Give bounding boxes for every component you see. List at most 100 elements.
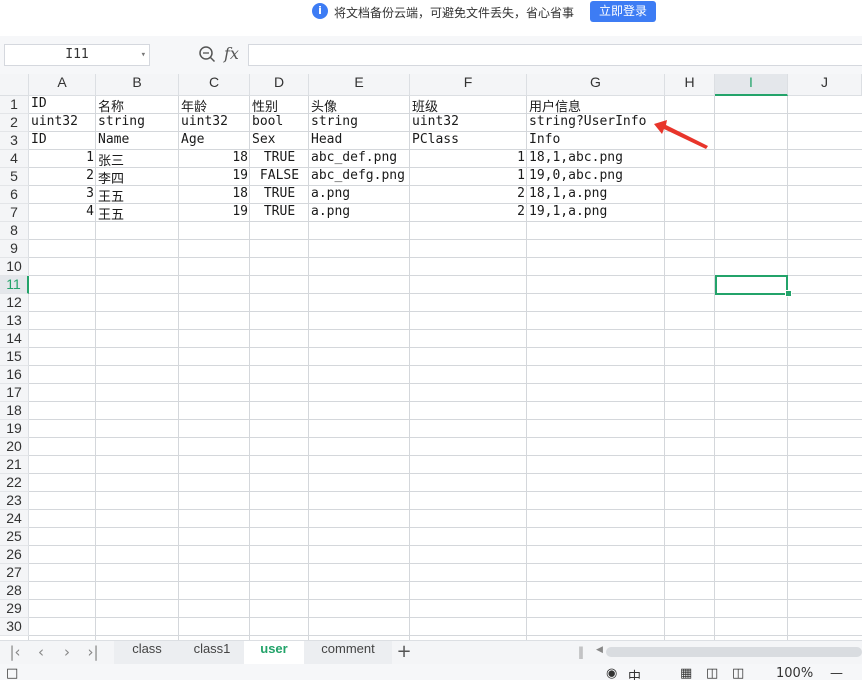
- column-header-c[interactable]: C: [179, 74, 250, 96]
- spreadsheet-grid[interactable]: A B C D E F G H I J 1 2 3 4 5 6 7 8 9 10 11 12 13 14 15 16 17 18 19 2…: [0, 74, 862, 640]
- formula-input[interactable]: [248, 44, 862, 66]
- macro-icon[interactable]: □: [6, 666, 18, 680]
- chevron-down-icon[interactable]: ▾: [141, 45, 146, 65]
- cell-g4[interactable]: 18,1,abc.png: [527, 150, 665, 168]
- page-layout-icon[interactable]: ◫: [706, 666, 718, 680]
- cell-b7[interactable]: 王五: [96, 204, 179, 223]
- scroll-grip-icon[interactable]: ‖: [578, 645, 584, 659]
- zoom-icon[interactable]: [198, 45, 216, 63]
- row-header-22[interactable]: 22: [0, 474, 29, 492]
- column-header-i[interactable]: I: [715, 74, 788, 96]
- cell-d3[interactable]: Sex: [250, 132, 309, 150]
- cell-c4[interactable]: 18: [179, 150, 250, 168]
- zoom-out-icon[interactable]: —: [830, 666, 843, 680]
- row-header-28[interactable]: 28: [0, 582, 29, 600]
- last-sheet-icon[interactable]: ›|: [84, 643, 102, 661]
- cell-a1[interactable]: ID: [29, 96, 96, 114]
- column-header-b[interactable]: B: [96, 74, 179, 96]
- cell-c2[interactable]: uint32: [179, 114, 250, 132]
- row-header-6[interactable]: 6: [0, 186, 29, 204]
- cell-a2[interactable]: uint32: [29, 114, 96, 132]
- cell-e4[interactable]: abc_def.png: [309, 150, 410, 168]
- column-header-g[interactable]: G: [527, 74, 665, 96]
- row-header-16[interactable]: 16: [0, 366, 29, 384]
- cell-b6[interactable]: 王五: [96, 186, 179, 205]
- cell-c7[interactable]: 19: [179, 204, 250, 222]
- row-header-10[interactable]: 10: [0, 258, 29, 276]
- tab-class[interactable]: class: [114, 641, 180, 664]
- cell-f6[interactable]: 2: [410, 186, 527, 204]
- cell-g1[interactable]: 用户信息: [527, 96, 665, 115]
- cell-f7[interactable]: 2: [410, 204, 527, 222]
- row-header-29[interactable]: 29: [0, 600, 29, 618]
- row-header-20[interactable]: 20: [0, 438, 29, 456]
- tab-comment[interactable]: comment: [304, 641, 392, 664]
- cell-a6[interactable]: 3: [29, 186, 96, 204]
- row-header-14[interactable]: 14: [0, 330, 29, 348]
- row-header-23[interactable]: 23: [0, 492, 29, 510]
- cell-e2[interactable]: string: [309, 114, 410, 132]
- cell-f1[interactable]: 班级: [410, 96, 527, 115]
- next-sheet-icon[interactable]: ›: [58, 643, 76, 661]
- cell-a5[interactable]: 2: [29, 168, 96, 186]
- row-header-27[interactable]: 27: [0, 564, 29, 582]
- cell-d5[interactable]: FALSE: [250, 168, 309, 186]
- cell-g3[interactable]: Info: [527, 132, 665, 150]
- cell-f3[interactable]: PClass: [410, 132, 527, 150]
- tab-class1[interactable]: class1: [180, 641, 244, 664]
- row-header-4[interactable]: 4: [0, 150, 29, 168]
- select-all-corner[interactable]: [0, 74, 29, 96]
- column-header-e[interactable]: E: [309, 74, 410, 96]
- function-icon[interactable]: fx: [224, 44, 239, 63]
- cell-b1[interactable]: 名称: [96, 96, 179, 115]
- fill-handle[interactable]: [785, 290, 792, 297]
- cell-g7[interactable]: 19,1,a.png: [527, 204, 665, 222]
- cell-d2[interactable]: bool: [250, 114, 309, 132]
- eye-icon[interactable]: ◉: [606, 666, 617, 680]
- column-header-d[interactable]: D: [250, 74, 309, 96]
- name-box[interactable]: I11 ▾: [4, 44, 150, 66]
- row-header-3[interactable]: 3: [0, 132, 29, 150]
- cell-a4[interactable]: 1: [29, 150, 96, 168]
- cell-e5[interactable]: abc_defg.png: [309, 168, 410, 186]
- row-header-18[interactable]: 18: [0, 402, 29, 420]
- add-sheet-button[interactable]: +: [394, 642, 414, 662]
- row-header-9[interactable]: 9: [0, 240, 29, 258]
- row-header-11[interactable]: 11: [0, 276, 29, 294]
- cell-b3[interactable]: Name: [96, 132, 179, 150]
- zoom-level[interactable]: 100%: [776, 666, 813, 680]
- cell-d7[interactable]: TRUE: [250, 204, 309, 222]
- scroll-left-icon[interactable]: ◀: [596, 645, 603, 655]
- cell-b2[interactable]: string: [96, 114, 179, 132]
- cell-e3[interactable]: Head: [309, 132, 410, 150]
- row-header-7[interactable]: 7: [0, 204, 29, 222]
- cell-c6[interactable]: 18: [179, 186, 250, 204]
- column-header-j[interactable]: J: [788, 74, 862, 96]
- cell-g6[interactable]: 18,1,a.png: [527, 186, 665, 204]
- row-header-24[interactable]: 24: [0, 510, 29, 528]
- column-header-h[interactable]: H: [665, 74, 715, 96]
- cell-d1[interactable]: 性别: [250, 96, 309, 115]
- cell-e1[interactable]: 头像: [309, 96, 410, 115]
- row-header-13[interactable]: 13: [0, 312, 29, 330]
- column-header-f[interactable]: F: [410, 74, 527, 96]
- tab-user[interactable]: user: [244, 641, 304, 664]
- row-header-25[interactable]: 25: [0, 528, 29, 546]
- cell-c1[interactable]: 年龄: [179, 96, 250, 115]
- row-header-26[interactable]: 26: [0, 546, 29, 564]
- row-header-15[interactable]: 15: [0, 348, 29, 366]
- row-header-17[interactable]: 17: [0, 384, 29, 402]
- cell-f4[interactable]: 1: [410, 150, 527, 168]
- cell-b5[interactable]: 李四: [96, 168, 179, 187]
- cell-c5[interactable]: 19: [179, 168, 250, 186]
- first-sheet-icon[interactable]: |‹: [6, 643, 24, 661]
- cell-g2[interactable]: string?UserInfo: [527, 114, 665, 132]
- page-break-icon[interactable]: ◫: [732, 666, 744, 680]
- cell-g5[interactable]: 19,0,abc.png: [527, 168, 665, 186]
- cell-a7[interactable]: 4: [29, 204, 96, 222]
- row-header-1[interactable]: 1: [0, 96, 29, 114]
- row-header-12[interactable]: 12: [0, 294, 29, 312]
- horizontal-scrollbar[interactable]: [606, 647, 862, 657]
- row-header-5[interactable]: 5: [0, 168, 29, 186]
- cell-e6[interactable]: a.png: [309, 186, 410, 204]
